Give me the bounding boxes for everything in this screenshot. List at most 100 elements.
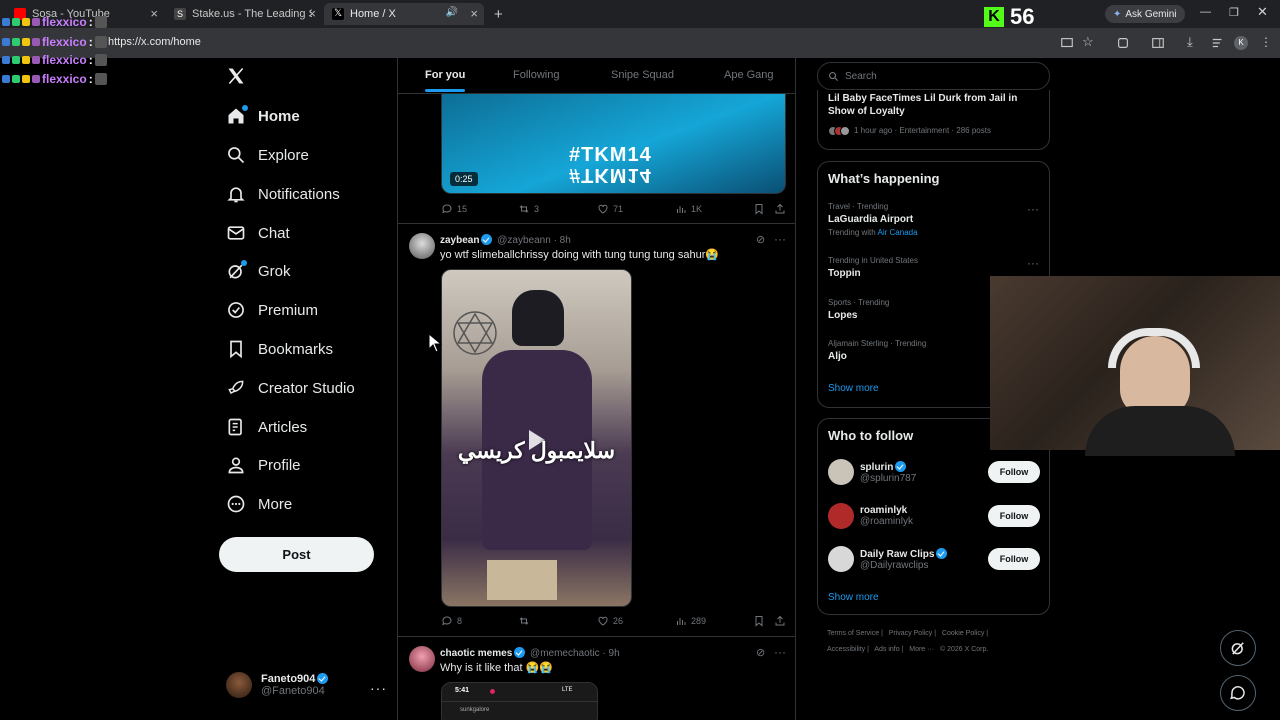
close-icon[interactable]: ×: [470, 6, 478, 21]
tab-following[interactable]: Following: [513, 69, 559, 81]
trend-item[interactable]: Trending in United States Toppin: [828, 256, 918, 279]
sidebar-item-articles[interactable]: Articles: [226, 413, 307, 441]
like-button[interactable]: 26: [597, 615, 623, 627]
avatar[interactable]: [409, 233, 435, 259]
follow-suggestion[interactable]: Daily Raw Clips @Dailyrawclips Follow: [828, 546, 1040, 572]
video-caption: سلايمبول كريسي: [457, 438, 616, 463]
grok-actions-icon[interactable]: ⊘: [756, 646, 765, 659]
bookmark-star-icon[interactable]: ☆: [1082, 34, 1096, 49]
footer-link[interactable]: Ads info: [874, 646, 899, 653]
search-box[interactable]: [817, 62, 1050, 90]
chat-floating-button[interactable]: [1220, 675, 1256, 711]
post-time[interactable]: · 8h: [554, 235, 571, 246]
side-panel-icon[interactable]: [1151, 36, 1165, 50]
money-stack-shape: [487, 560, 557, 600]
browser-tab-stake[interactable]: S Stake.us - The Leading Social C ×: [166, 3, 322, 25]
sidebar-item-notifications[interactable]: Notifications: [226, 180, 340, 208]
follow-button[interactable]: Follow: [988, 461, 1040, 483]
share-button[interactable]: [774, 203, 786, 215]
grok-actions-icon[interactable]: ⊘: [756, 233, 765, 246]
more-dots-icon[interactable]: ···: [1027, 202, 1039, 216]
share-button[interactable]: [774, 615, 786, 627]
speaker-icon[interactable]: 🔊: [446, 7, 458, 18]
restore-icon[interactable]: ❐: [1229, 6, 1239, 19]
browser-tab-x[interactable]: 𝕏 Home / X 🔊 ×: [324, 3, 484, 25]
footer-link[interactable]: Accessibility: [827, 646, 865, 653]
grok-floating-button[interactable]: [1220, 630, 1256, 666]
badge-icon: [32, 56, 40, 64]
search-input[interactable]: [845, 70, 977, 82]
author-handle[interactable]: @memechaotic: [530, 648, 600, 659]
sidebar-item-bookmarks[interactable]: Bookmarks: [226, 335, 333, 363]
x-logo-icon[interactable]: [226, 66, 246, 86]
author-name[interactable]: zaybean: [440, 235, 479, 246]
close-icon[interactable]: ×: [308, 6, 316, 21]
show-more-follow-link[interactable]: Show more: [828, 592, 879, 603]
follow-suggestion[interactable]: roaminlyk @roaminlyk Follow: [828, 503, 1040, 529]
tab-snipe-squad[interactable]: Snipe Squad: [611, 69, 674, 81]
install-app-icon[interactable]: [1060, 36, 1074, 50]
ask-gemini-button[interactable]: ✦ Ask Gemini: [1105, 5, 1185, 23]
sidebar-item-home[interactable]: Home: [226, 102, 300, 130]
author-name[interactable]: chaotic memes: [440, 648, 512, 659]
follow-suggestion[interactable]: splurin @splurin787 Follow: [828, 459, 1040, 485]
profile-avatar[interactable]: K: [1234, 36, 1248, 50]
post-image[interactable]: 5:41 LTE sunkgalore: [441, 682, 598, 720]
more-dots-icon[interactable]: ···: [1027, 256, 1039, 270]
tab-for-you[interactable]: For you: [425, 69, 466, 92]
extensions-icon[interactable]: [1116, 36, 1130, 50]
minimize-icon[interactable]: —: [1200, 6, 1211, 18]
views-button[interactable]: 289: [675, 615, 706, 627]
sidebar-item-explore[interactable]: Explore: [226, 141, 309, 169]
repost-button[interactable]: [518, 615, 534, 627]
sidebar-item-grok[interactable]: Grok: [226, 257, 291, 285]
avatar[interactable]: [409, 646, 435, 672]
author-handle[interactable]: @zaybeann: [497, 235, 551, 246]
more-dots-icon[interactable]: ···: [774, 645, 786, 659]
trend-related-link[interactable]: Air Canada: [878, 228, 918, 237]
badge-icon: [32, 75, 40, 83]
trend-item[interactable]: Aljamain Sterling · Trending Aljo: [828, 339, 926, 362]
views-button[interactable]: 1K: [675, 203, 702, 215]
video-duration: 0:25: [450, 172, 478, 186]
tab-ape-gang[interactable]: Ape Gang: [724, 69, 774, 81]
post-button[interactable]: Post: [219, 537, 374, 572]
sidebar-item-premium[interactable]: Premium: [226, 296, 318, 324]
sidebar-item-more[interactable]: More: [226, 490, 292, 518]
footer-link[interactable]: Terms of Service: [827, 630, 879, 637]
bookmark-button[interactable]: [753, 203, 765, 215]
reply-button[interactable]: 15: [441, 203, 467, 215]
follow-button[interactable]: Follow: [988, 548, 1040, 570]
show-more-trends-link[interactable]: Show more: [828, 383, 879, 394]
sidebar-item-label: Chat: [258, 224, 290, 242]
more-dots-icon[interactable]: ···: [370, 680, 387, 696]
like-count: 26: [613, 616, 624, 626]
media-control-icon[interactable]: [1211, 36, 1225, 50]
close-icon[interactable]: ×: [150, 6, 158, 21]
reply-button[interactable]: 8: [441, 615, 462, 627]
sidebar-item-profile[interactable]: Profile: [226, 451, 301, 479]
window-close-icon[interactable]: ✕: [1257, 4, 1268, 20]
repost-button[interactable]: 3: [518, 203, 539, 215]
follow-button[interactable]: Follow: [988, 505, 1040, 527]
footer-link[interactable]: More ···: [909, 646, 934, 653]
new-tab-button[interactable]: +: [486, 3, 506, 25]
download-icon[interactable]: ⤓: [1187, 34, 1201, 49]
post-time[interactable]: · 9h: [602, 648, 619, 659]
sidebar-item-creator-studio[interactable]: Creator Studio: [226, 374, 355, 402]
like-button[interactable]: 71: [597, 203, 623, 215]
url-field[interactable]: https://x.com/home: [108, 36, 201, 48]
rocket-icon: [226, 378, 246, 398]
sidebar-item-chat[interactable]: Chat: [226, 219, 290, 247]
more-dots-icon[interactable]: ···: [774, 232, 786, 246]
trending-news-item[interactable]: Lil Baby FaceTimes Lil Durk from Jail in…: [828, 92, 1043, 137]
trend-item[interactable]: Travel · Trending LaGuardia Airport Tren…: [828, 202, 918, 237]
footer-link[interactable]: Cookie Policy: [942, 630, 984, 637]
post-video[interactable]: #TKM14 #TKM14 0:25: [441, 94, 786, 194]
footer-link[interactable]: Privacy Policy: [889, 630, 933, 637]
bookmark-button[interactable]: [753, 615, 765, 627]
trend-item[interactable]: Sports · Trending Lopes: [828, 298, 889, 321]
account-switcher[interactable]: Faneto904 @Faneto904: [226, 672, 330, 698]
menu-kebab-icon[interactable]: ⋮: [1260, 35, 1274, 49]
post-video[interactable]: سلايمبول كريسي: [441, 269, 632, 607]
